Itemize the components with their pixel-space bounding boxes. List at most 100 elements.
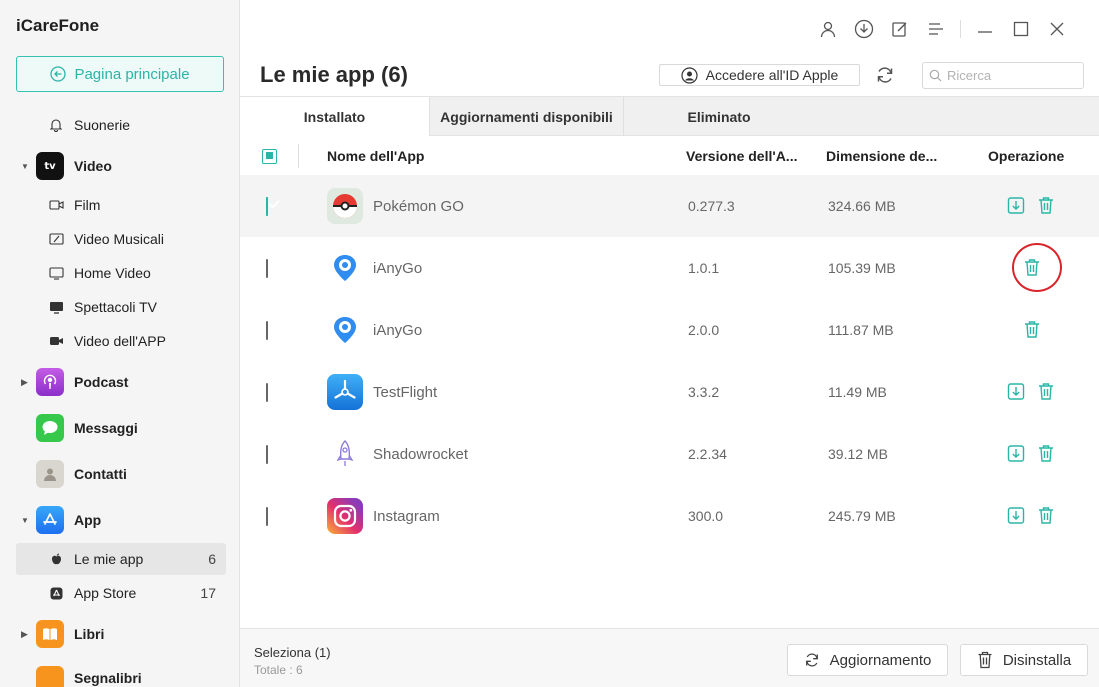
delete-app-icon[interactable]: [1036, 380, 1056, 402]
messages-icon: [36, 414, 64, 442]
col-version[interactable]: Versione dell'A...: [686, 136, 797, 176]
col-operation: Operazione: [988, 148, 1065, 164]
table-row[interactable]: Pokémon GO 0.277.3 324.66 MB: [240, 175, 1099, 237]
brand-title: iCareFone: [16, 16, 100, 35]
uninstall-button[interactable]: Disinstalla: [960, 644, 1088, 676]
app-store-icon: [36, 506, 64, 534]
col-app-name[interactable]: Nome dell'App: [327, 136, 424, 176]
app-size: 11.49 MB: [828, 384, 887, 400]
table-row[interactable]: iAnyGo 2.0.0 111.87 MB: [240, 299, 1099, 361]
app-size: 111.87 MB: [828, 322, 894, 338]
row-checkbox[interactable]: [266, 507, 268, 526]
row-checkbox[interactable]: [266, 197, 268, 216]
sidebar-item-label: Le mie app: [74, 551, 144, 567]
table-row[interactable]: iAnyGo 1.0.1 105.39 MB: [240, 237, 1099, 299]
sidebar-item-app-store[interactable]: App Store 17: [0, 582, 240, 604]
tab-eliminato[interactable]: Eliminato: [624, 97, 814, 136]
minimize-icon[interactable]: [967, 16, 1003, 42]
download-app-icon[interactable]: [1006, 442, 1026, 464]
sidebar-item-film[interactable]: Film: [0, 194, 240, 216]
sidebar-item-label: Segnalibri: [74, 670, 142, 686]
caret-right-icon[interactable]: ▶: [21, 629, 28, 640]
search-box[interactable]: [922, 62, 1084, 89]
pokemon-go-icon: [327, 188, 363, 224]
selection-count: Seleziona (1): [254, 645, 331, 660]
sidebar-item-label: Suonerie: [74, 117, 131, 133]
music-video-icon: [48, 231, 64, 247]
bookmarks-icon: [36, 666, 64, 687]
home-button[interactable]: Pagina principale: [16, 56, 224, 92]
maximize-icon[interactable]: [1003, 16, 1039, 42]
update-button[interactable]: Aggiornamento: [787, 644, 948, 676]
account-icon: [681, 66, 698, 84]
table-row[interactable]: TestFlight 3.3.2 11.49 MB: [240, 361, 1099, 423]
caret-right-icon[interactable]: ▶: [21, 377, 28, 388]
sidebar-item-video-app[interactable]: Video dell'APP: [0, 330, 240, 352]
delete-app-icon[interactable]: [1036, 504, 1056, 526]
apple-id-label: Accedere all'ID Apple: [705, 67, 839, 83]
sidebar-item-video-musicali[interactable]: Video Musicali: [0, 228, 240, 250]
sidebar-item-label: Film: [74, 197, 101, 213]
sidebar-item-home-video[interactable]: Home Video: [0, 262, 240, 284]
search-input[interactable]: [947, 68, 1077, 83]
col-size[interactable]: Dimensione de...: [826, 136, 937, 176]
delete-app-icon[interactable]: [1022, 318, 1042, 340]
sidebar-item-podcast[interactable]: ▶ Podcast: [0, 368, 240, 396]
books-icon: [36, 620, 64, 648]
download-app-icon[interactable]: [1006, 380, 1026, 402]
refresh-icon: [805, 653, 818, 667]
refresh-icon[interactable]: [874, 64, 896, 86]
sidebar-item-segnalibri[interactable]: Segnalibri: [0, 666, 240, 687]
toolbar-divider: [960, 20, 961, 38]
row-checkbox[interactable]: [266, 259, 268, 278]
close-icon[interactable]: [1039, 16, 1075, 42]
menu-icon[interactable]: [918, 16, 954, 42]
tab-installato[interactable]: Installato: [240, 97, 430, 136]
podcast-icon: [36, 368, 64, 396]
trash-icon: [978, 651, 992, 669]
tab-aggiornamenti[interactable]: Aggiornamenti disponibili: [430, 97, 624, 136]
download-icon[interactable]: [846, 16, 882, 42]
sidebar-item-messaggi[interactable]: Messaggi: [0, 414, 240, 442]
app-name: iAnyGo: [373, 259, 423, 277]
delete-app-icon[interactable]: [1036, 442, 1056, 464]
row-operations: [1006, 194, 1056, 216]
table-row[interactable]: Shadowrocket 2.2.34 39.12 MB: [240, 423, 1099, 485]
total-count: Totale : 6: [254, 663, 303, 677]
sidebar-item-spettacoli-tv[interactable]: Spettacoli TV: [0, 296, 240, 318]
row-checkbox[interactable]: [266, 383, 268, 402]
edit-icon[interactable]: [882, 16, 918, 42]
row-operations: [1006, 380, 1056, 402]
download-app-icon[interactable]: [1006, 194, 1026, 216]
sidebar-item-label: Contatti: [74, 466, 127, 482]
user-icon[interactable]: [810, 16, 846, 42]
app-name: Instagram: [373, 507, 440, 525]
camera-icon: [48, 333, 64, 349]
caret-down-icon[interactable]: ▼: [21, 516, 29, 525]
sidebar-item-libri[interactable]: ▶ Libri: [0, 620, 240, 648]
delete-app-icon[interactable]: [1022, 256, 1042, 278]
sidebar-item-video[interactable]: ▼ tv Video: [0, 152, 240, 180]
delete-app-icon[interactable]: [1036, 194, 1056, 216]
tab-bar: Installato Aggiornamenti disponibili Eli…: [240, 96, 1099, 136]
app-store-small-icon: [48, 585, 64, 601]
window-toolbar: [810, 16, 1075, 42]
row-checkbox[interactable]: [266, 445, 268, 464]
sidebar-item-app[interactable]: ▼ App: [0, 506, 240, 534]
row-checkbox[interactable]: [266, 321, 268, 340]
sidebar-item-suonerie[interactable]: Suonerie: [0, 114, 240, 136]
download-app-icon[interactable]: [1006, 504, 1026, 526]
table-row[interactable]: Instagram 300.0 245.79 MB: [240, 485, 1099, 547]
home-video-icon: [48, 265, 64, 281]
sidebar-item-contatti[interactable]: Contatti: [0, 460, 240, 488]
app-size: 39.12 MB: [828, 446, 888, 462]
sidebar-item-le-mie-app[interactable]: Le mie app 6: [16, 543, 226, 575]
apple-id-login-button[interactable]: Accedere all'ID Apple: [659, 64, 860, 86]
tv-icon: [48, 299, 64, 315]
app-window: iCareFone Pagina principale Suonerie ▼ t…: [0, 0, 1099, 687]
caret-down-icon[interactable]: ▼: [21, 162, 29, 171]
select-all-checkbox[interactable]: [262, 136, 277, 176]
footer-bar: Seleziona (1) Totale : 6 Aggiornamento D…: [240, 628, 1099, 687]
row-operations: [1006, 504, 1056, 526]
my-apps-icon: [48, 551, 64, 567]
